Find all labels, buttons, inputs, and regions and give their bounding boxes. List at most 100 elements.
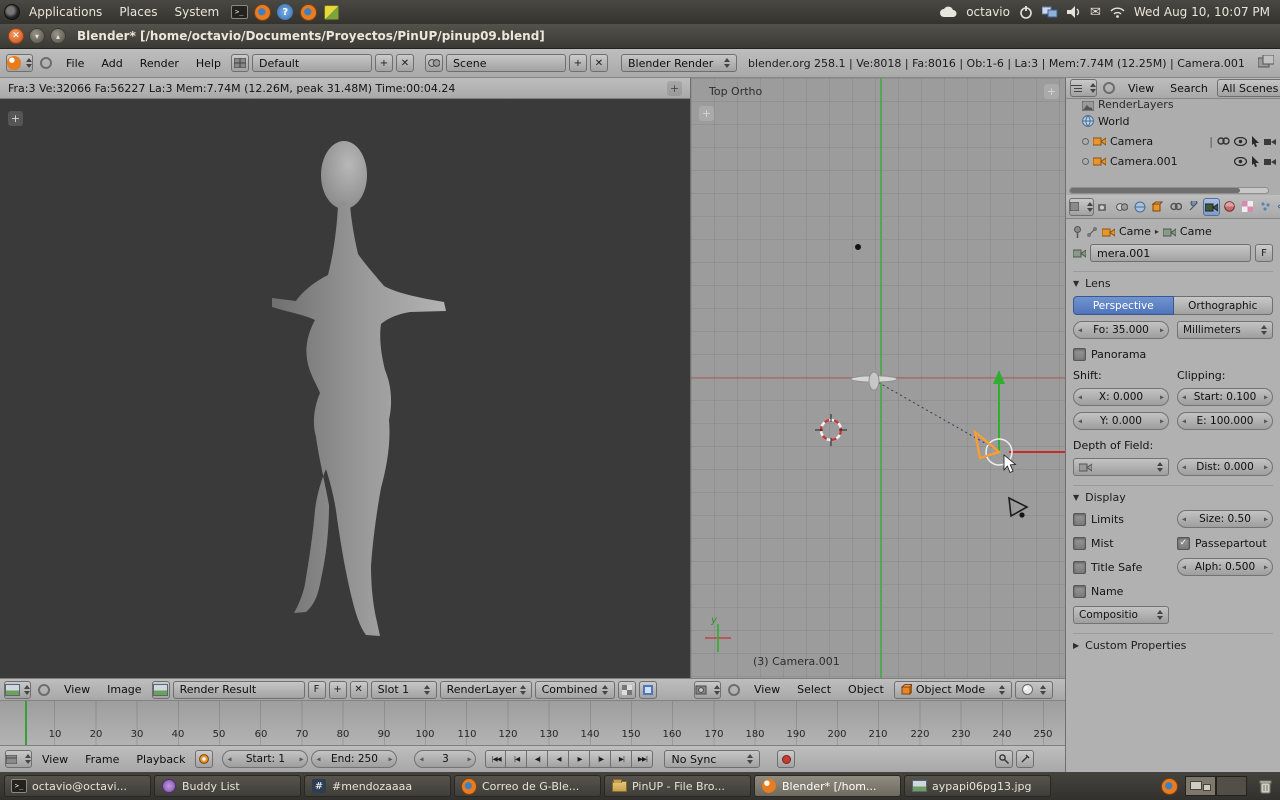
passepartout-checkbox[interactable]: ✓ [1177, 537, 1190, 550]
editor-type-selector[interactable] [1069, 198, 1094, 216]
editor-type-selector[interactable] [4, 681, 31, 699]
menu-select[interactable]: Select [790, 683, 838, 696]
menu-playback[interactable]: Playback [129, 753, 192, 766]
menu-frame[interactable]: Frame [78, 753, 126, 766]
gnumeric-launcher[interactable] [321, 2, 341, 22]
title-safe-checkbox[interactable] [1073, 561, 1086, 574]
increment-icon[interactable]: ▸ [388, 755, 392, 764]
node-icon[interactable] [1086, 226, 1098, 238]
auto-keyframe-record-button[interactable] [777, 750, 795, 768]
taskbar-item-blender[interactable]: Blender* [/hom... [754, 775, 901, 797]
dof-distance-field[interactable]: ◂Dist: 0.000▸ [1177, 458, 1273, 476]
region-plus-icon[interactable]: + [8, 111, 23, 126]
decrement-icon[interactable]: ◂ [316, 755, 320, 764]
render-engine-dropdown[interactable]: Blender Render [621, 54, 737, 72]
limits-checkbox[interactable] [1073, 513, 1086, 526]
outliner-row-renderlayers[interactable]: RenderLayers [1066, 99, 1280, 111]
taskbar-item-file-browser[interactable]: PinUP - File Bro... [604, 775, 751, 797]
menu-file[interactable]: File [59, 57, 91, 70]
viewport-canvas[interactable]: Top Ortho + + y (3) Camera.001 [690, 78, 1065, 678]
frame-back-button[interactable]: ◀| [527, 750, 548, 768]
perspective-button[interactable]: Perspective [1073, 296, 1174, 315]
decrement-icon[interactable]: ◂ [419, 755, 423, 764]
distro-logo-icon[interactable] [4, 4, 20, 20]
image-unlink-button[interactable]: ✕ [350, 681, 368, 699]
terminal-launcher[interactable]: >_ [229, 2, 249, 22]
orthographic-button[interactable]: Orthographic [1174, 296, 1274, 315]
username-label[interactable]: octavio [966, 5, 1010, 19]
shift-x-field[interactable]: ◂X: 0.000▸ [1073, 388, 1169, 406]
decrement-icon[interactable]: ◂ [1182, 515, 1186, 524]
window-minimize-button[interactable]: ▾ [29, 28, 45, 44]
menu-view[interactable]: View [35, 753, 75, 766]
decrement-icon[interactable]: ◂ [1078, 326, 1082, 335]
tab-scene[interactable] [1113, 198, 1130, 216]
tab-physics[interactable] [1275, 198, 1280, 216]
collapse-menus-icon[interactable] [38, 684, 50, 696]
increment-icon[interactable]: ▸ [1160, 326, 1164, 335]
menu-image[interactable]: Image [100, 683, 148, 696]
clock-label[interactable]: Wed Aug 10, 10:07 PM [1134, 5, 1270, 19]
mist-checkbox[interactable] [1073, 537, 1086, 550]
network-icon[interactable] [1042, 6, 1058, 18]
increment-icon[interactable]: ▸ [467, 755, 471, 764]
jump-to-end-button[interactable]: ▶▶| [632, 750, 653, 768]
passepartout-row[interactable]: ✓Passepartout [1177, 534, 1273, 552]
editor-type-selector[interactable] [694, 681, 721, 699]
taskbar-item-irc[interactable]: ##mendozaaaa [304, 775, 451, 797]
firefox-tray-launcher[interactable] [1159, 776, 1179, 796]
trash-applet[interactable] [1255, 776, 1275, 796]
insert-keyframe-button[interactable] [1016, 750, 1034, 768]
workspace-2[interactable] [1216, 776, 1247, 796]
fake-user-button[interactable]: F [1255, 244, 1273, 262]
frame-start-field[interactable]: ◂Start: 1▸ [222, 750, 308, 768]
collapse-menus-icon[interactable] [728, 684, 740, 696]
name-checkbox[interactable] [1073, 585, 1086, 598]
menu-object[interactable]: Object [841, 683, 891, 696]
expand-dot-icon[interactable] [1082, 138, 1089, 145]
power-icon[interactable] [1019, 5, 1033, 19]
play-button[interactable]: ▶ [569, 750, 590, 768]
menu-view[interactable]: View [57, 683, 97, 696]
browser-launcher-2[interactable] [298, 2, 318, 22]
current-frame-field[interactable]: ◂3▸ [414, 750, 476, 768]
breadcrumb-object[interactable]: Came [1119, 225, 1151, 238]
increment-icon[interactable]: ▸ [1264, 515, 1268, 524]
window-maximize-button[interactable]: ▴ [50, 28, 66, 44]
scene-add-button[interactable]: + [569, 54, 587, 72]
mode-dropdown[interactable]: Object Mode [894, 681, 1012, 699]
menu-system[interactable]: System [166, 3, 227, 21]
menu-places[interactable]: Places [111, 3, 165, 21]
volume-icon[interactable] [1067, 6, 1081, 18]
panorama-checkbox[interactable] [1073, 348, 1086, 361]
wifi-icon[interactable] [1110, 6, 1125, 18]
render-pass-dropdown[interactable]: Combined [535, 681, 615, 699]
visibility-eye-icon[interactable] [1234, 137, 1247, 146]
collapse-menus-icon[interactable] [40, 57, 52, 69]
tab-object[interactable] [1149, 198, 1166, 216]
increment-icon[interactable]: ▸ [1160, 393, 1164, 402]
editor-type-selector[interactable] [6, 54, 33, 72]
decrement-icon[interactable]: ◂ [1078, 417, 1082, 426]
menu-help[interactable]: Help [189, 57, 228, 70]
decrement-icon[interactable]: ◂ [1078, 393, 1082, 402]
shift-y-field[interactable]: ◂Y: 0.000▸ [1073, 412, 1169, 430]
image-new-button[interactable]: + [329, 681, 347, 699]
region-plus-icon[interactable]: + [1044, 84, 1059, 99]
tab-object-data[interactable] [1203, 198, 1220, 216]
visibility-eye-icon[interactable] [1234, 157, 1247, 166]
menu-view[interactable]: View [1121, 82, 1161, 95]
outliner-row-camera[interactable]: Camera | [1066, 131, 1280, 151]
expand-dot-icon[interactable] [1082, 158, 1089, 165]
viewport-shading-dropdown[interactable] [1015, 681, 1053, 699]
next-keyframe-button[interactable]: ▶| [611, 750, 632, 768]
lens-unit-dropdown[interactable]: Millimeters [1177, 321, 1273, 339]
tab-constraints[interactable] [1167, 198, 1184, 216]
increment-icon[interactable]: ▸ [299, 755, 303, 764]
region-plus-icon[interactable]: + [699, 106, 714, 121]
lens-panel-header[interactable]: ▼ Lens [1073, 271, 1273, 290]
datablock-name-field[interactable]: mera.001 [1090, 244, 1251, 262]
taskbar-item-image-viewer[interactable]: aypapi06pg13.jpg [904, 775, 1051, 797]
taskbar-item-terminal[interactable]: >_octavio@octavi... [4, 775, 151, 797]
menu-render[interactable]: Render [133, 57, 186, 70]
